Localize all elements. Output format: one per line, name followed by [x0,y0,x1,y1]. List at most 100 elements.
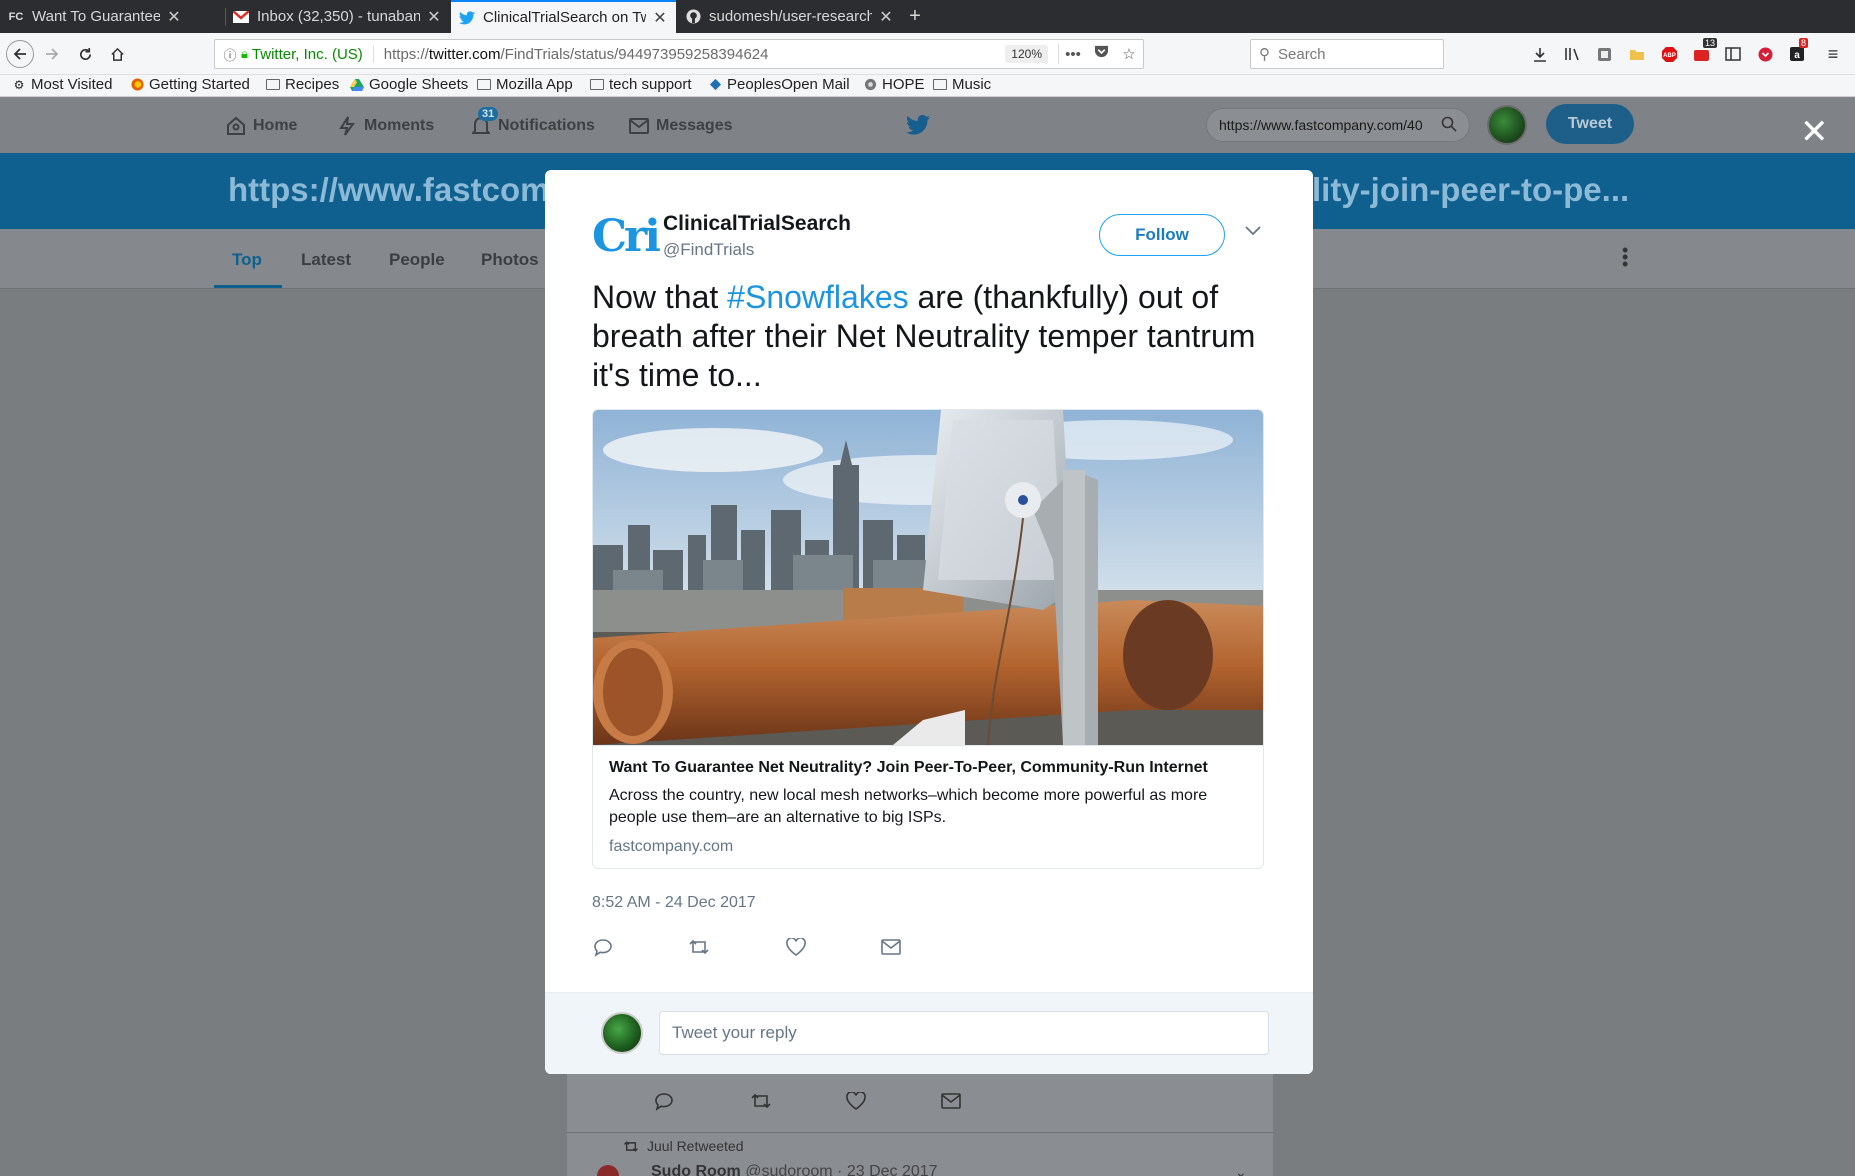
url-text[interactable]: https://twitter.com/FindTrials/status/94… [384,46,1006,63]
todo-extension-icon[interactable]: 13 [1691,38,1718,64]
close-modal-icon[interactable]: ✕ [1800,115,1829,149]
info-icon[interactable]: ⓘ [219,45,241,64]
reader-extension-icon[interactable] [1594,44,1614,64]
back-button[interactable] [6,40,34,68]
tweet-author[interactable]: Sudo Room @sudoroom · 23 Dec 2017 [651,1163,938,1176]
zoom-indicator[interactable]: 120% [1005,45,1048,63]
gmail-icon [233,9,249,25]
bookmark-star-icon[interactable]: ☆ [1115,45,1143,63]
chevron-down-icon[interactable] [1245,220,1261,241]
bookmark-mozilla-app[interactable]: Mozilla App [477,76,573,93]
home-button[interactable] [103,40,131,68]
firefox-icon [130,78,144,92]
follow-button[interactable]: Follow [1099,214,1225,256]
forward-button[interactable] [38,40,66,68]
tab-latest[interactable]: Latest [301,250,351,270]
direct-message-icon[interactable] [879,935,903,959]
link-card-image[interactable] [593,410,1263,745]
nav-moments[interactable]: Moments [336,115,434,137]
twitter-search-input[interactable]: https://www.fastcompany.com/40 [1206,108,1470,142]
more-options-icon[interactable]: • • • [1622,241,1628,273]
retweet-icon[interactable] [750,1092,772,1115]
extension-badge: 8 [1799,38,1809,48]
reply-icon[interactable] [654,1092,674,1116]
bookmark-most-visited[interactable]: ⚙ Most Visited [12,76,113,93]
sidebar-icon[interactable] [1723,44,1743,64]
avatar [601,1012,643,1054]
tab-gmail[interactable]: Inbox (32,350) - tunabana ✕ [225,0,450,33]
tab-github[interactable]: sudomesh/user-research ✕ [677,0,902,33]
search-input[interactable]: ⚲ Search [1250,39,1444,69]
notification-count-badge: 31 [478,107,499,121]
bookmark-peoplesopen-mail[interactable]: PeoplesOpen Mail [708,76,850,93]
url-bar[interactable]: ⓘ 🔒︎ Twitter, Inc. (US) https://twitter.… [214,39,1144,69]
retweet-icon[interactable] [687,935,711,959]
hashtag-link[interactable]: #Snowflakes [727,279,908,315]
bookmark-hope[interactable]: HOPE [863,76,925,93]
amazon-extension-icon[interactable]: a8 [1787,38,1809,64]
close-tab-icon[interactable]: ✕ [166,7,182,27]
twitter-logo-icon[interactable] [906,115,930,140]
reply-input[interactable]: Tweet your reply [659,1011,1269,1055]
tab-title: Want To Guarantee Net N [32,8,160,25]
page-actions-icon[interactable]: ••• [1059,46,1087,63]
tab-title: sudomesh/user-research [709,8,872,25]
lock-icon: 🔒︎ [241,46,248,61]
folder-icon [933,78,947,92]
library-icon[interactable] [1562,44,1582,64]
extension-badge: 13 [1703,38,1718,48]
bell-icon: 31 [470,107,499,137]
profile-logo[interactable]: Cri [592,214,661,260]
tweet-author-name[interactable]: ClinicalTrialSearch [663,212,851,236]
lightning-icon [336,115,358,137]
nav-notifications[interactable]: 31 Notifications [470,107,595,137]
bookmark-music[interactable]: Music [933,76,991,93]
pocket-save-icon[interactable] [1755,44,1775,64]
adblock-plus-icon[interactable]: ABP [1659,44,1679,64]
tweet-modal: Cri ClinicalTrialSearch @FindTrials Foll… [545,170,1313,1074]
nav-messages[interactable]: Messages [628,115,733,137]
close-tab-icon[interactable]: ✕ [652,8,668,28]
downloads-icon[interactable] [1530,44,1550,64]
bookmark-getting-started[interactable]: Getting Started [130,76,250,93]
hamburger-menu-icon[interactable]: ≡ [1823,44,1843,64]
avatar[interactable] [597,1165,619,1176]
tab-strip: FC Want To Guarantee Net N ✕ Inbox (32,3… [0,0,1855,33]
search-icon: ⚲ [1259,46,1270,63]
tweet-author-handle[interactable]: @FindTrials [663,240,754,260]
link-card[interactable]: Want To Guarantee Net Neutrality? Join P… [592,409,1264,869]
like-heart-icon[interactable] [784,935,808,959]
fastcompany-favicon: FC [8,10,24,23]
tab-fastcompany[interactable]: FC Want To Guarantee Net N ✕ [0,0,190,33]
new-tab-button[interactable]: + [902,0,928,33]
nav-home[interactable]: Home [225,115,297,137]
tweet-text: Now that #Snowflakes are (thankfully) ou… [592,279,1256,393]
reply-composer: Tweet your reply [545,992,1313,1074]
folder-icon [477,78,491,92]
bookmark-google-sheets[interactable]: Google Sheets [350,76,468,93]
tab-photos[interactable]: Photos [481,250,539,270]
back-arrow-icon [13,48,26,60]
forward-arrow-icon [46,48,59,60]
search-query-title: https://www.fastcom [228,171,550,208]
google-drive-icon [350,78,364,92]
direct-message-icon[interactable] [941,1093,961,1114]
folder-extension-icon[interactable] [1627,44,1647,64]
pocket-icon[interactable] [1087,45,1115,63]
avatar[interactable] [1487,105,1527,145]
tweet-timestamp[interactable]: 8:52 AM - 24 Dec 2017 [592,894,756,912]
site-identity[interactable]: Twitter, Inc. (US) [252,45,374,63]
tab-top[interactable]: Top [232,250,262,270]
reply-icon[interactable] [591,935,615,959]
chevron-down-icon[interactable]: ⌄ [1235,1164,1247,1176]
tab-twitter[interactable]: ClinicalTrialSearch on Tw ✕ [451,0,676,33]
close-tab-icon[interactable]: ✕ [878,7,894,27]
reload-button[interactable] [71,40,99,68]
close-tab-icon[interactable]: ✕ [426,7,442,27]
like-heart-icon[interactable] [846,1091,866,1115]
bookmark-tech-support[interactable]: tech support [590,76,692,93]
search-icon[interactable] [1441,116,1457,135]
bookmark-recipes[interactable]: Recipes [266,76,339,93]
tab-people[interactable]: People [389,250,445,270]
compose-tweet-button[interactable]: Tweet [1546,104,1634,144]
